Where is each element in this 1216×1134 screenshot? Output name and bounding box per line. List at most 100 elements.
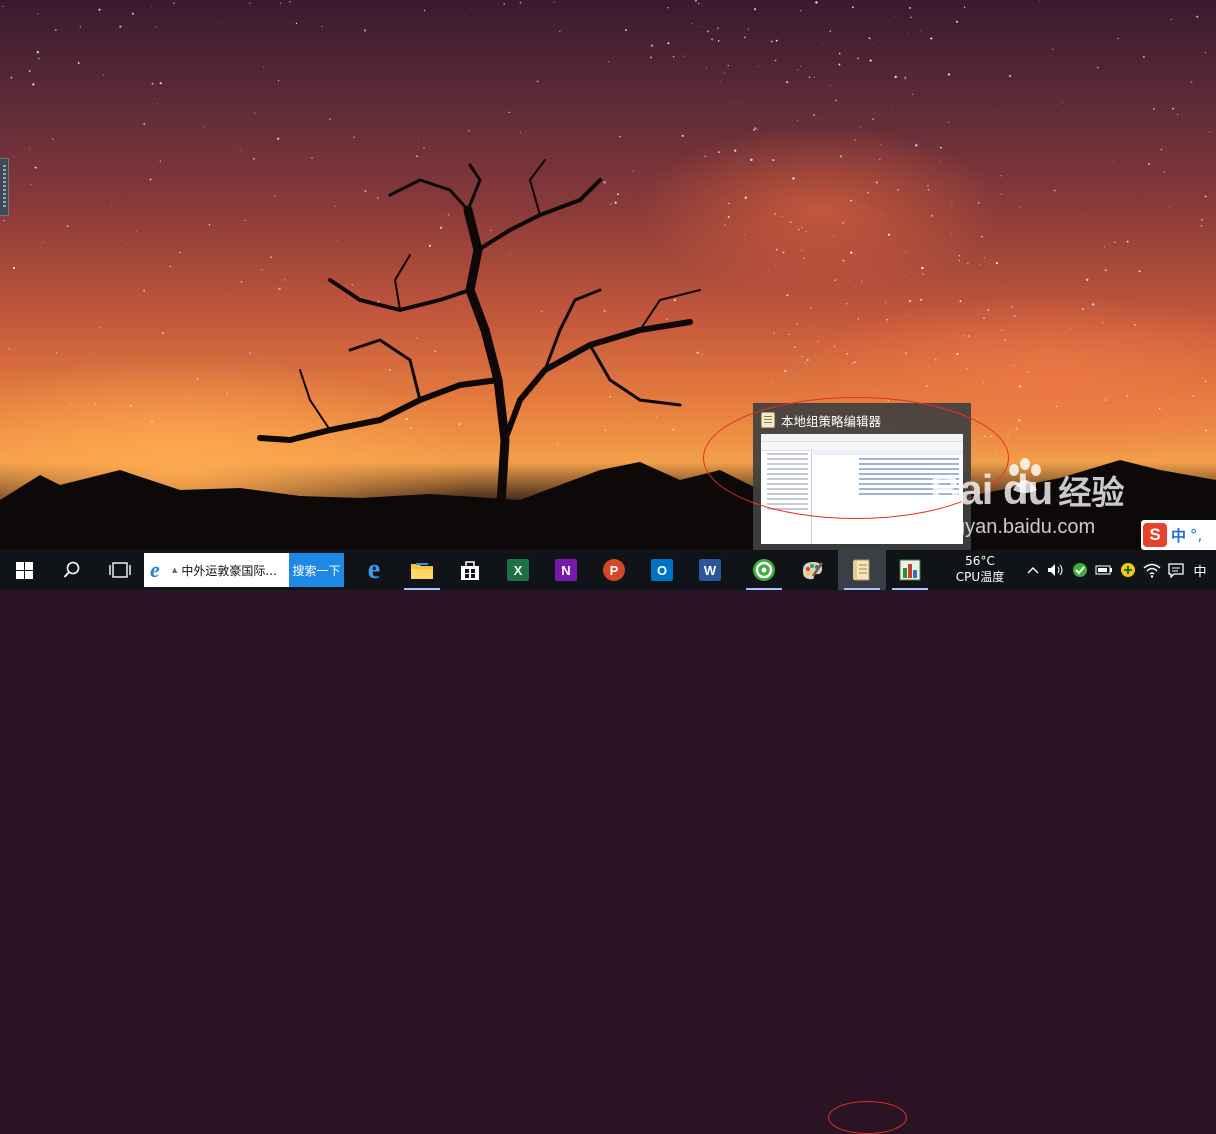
taskbar-app-group-policy-editor[interactable] xyxy=(838,550,886,590)
taskbar-app-file-explorer[interactable] xyxy=(398,550,446,590)
star xyxy=(69,408,70,409)
star xyxy=(495,196,496,198)
star xyxy=(822,43,824,45)
star xyxy=(28,148,30,150)
taskbar-app-outlook[interactable]: O xyxy=(638,550,686,590)
star xyxy=(156,103,158,104)
star xyxy=(1205,429,1208,432)
star xyxy=(773,212,777,216)
green-shield-icon xyxy=(1073,563,1087,577)
star xyxy=(221,23,223,25)
star xyxy=(813,114,815,116)
star xyxy=(503,3,505,5)
star xyxy=(927,365,929,367)
policy-document-icon xyxy=(853,559,870,581)
star xyxy=(796,120,798,122)
taskbar-app-edge[interactable]: e xyxy=(350,550,398,590)
star xyxy=(221,362,222,364)
ime-floating-bar[interactable]: S 中 °, xyxy=(1141,520,1216,550)
star xyxy=(806,359,809,361)
onenote-icon: N xyxy=(555,559,577,581)
star xyxy=(277,80,280,82)
dropdown-arrow-icon[interactable]: ▲ xyxy=(172,566,177,574)
star xyxy=(1062,102,1063,104)
ime-indicator[interactable]: 中 xyxy=(1188,550,1212,590)
star xyxy=(173,2,175,5)
star xyxy=(553,1,555,3)
star xyxy=(815,1,818,4)
ime-punctuation[interactable]: °, xyxy=(1190,526,1202,544)
star xyxy=(772,381,773,382)
star xyxy=(28,70,31,72)
taskbar-app-powerpoint[interactable]: P xyxy=(590,550,638,590)
baidu-paw-icon xyxy=(1009,458,1041,493)
star xyxy=(1018,206,1021,208)
star xyxy=(1168,206,1170,208)
star xyxy=(800,65,801,67)
star xyxy=(649,56,652,59)
star xyxy=(879,158,881,160)
network-button[interactable] xyxy=(1140,550,1164,590)
star xyxy=(786,81,789,84)
toolbar-search-box[interactable]: e ▲ 中外运敦豪国际... xyxy=(144,553,289,587)
search-go-button[interactable]: 搜索一下 xyxy=(289,553,344,587)
star xyxy=(436,35,438,36)
tray-app-button[interactable] xyxy=(1116,550,1140,590)
star xyxy=(1200,225,1203,227)
star xyxy=(10,76,13,79)
tray-360-icon-button[interactable] xyxy=(1068,550,1092,590)
star xyxy=(131,12,135,15)
star xyxy=(270,256,272,259)
action-center-button[interactable] xyxy=(1164,550,1188,590)
star xyxy=(775,248,778,251)
taskbar-app-task-manager[interactable] xyxy=(886,550,934,590)
taskbar-app-word[interactable]: W xyxy=(686,550,734,590)
star xyxy=(509,252,511,254)
star xyxy=(920,30,922,32)
side-dock-handle[interactable] xyxy=(0,158,9,216)
taskbar-app-store[interactable] xyxy=(446,550,494,590)
show-hidden-icons-button[interactable] xyxy=(1022,550,1044,590)
star xyxy=(716,27,720,30)
star xyxy=(1114,241,1116,243)
tray-battery-button[interactable] xyxy=(1092,550,1116,590)
star xyxy=(706,30,709,33)
star xyxy=(920,298,923,301)
star xyxy=(536,80,539,83)
sogou-logo-icon[interactable]: S xyxy=(1143,523,1167,547)
cpu-temperature-widget[interactable]: 56°C CPU温度 xyxy=(946,550,1014,590)
star xyxy=(849,199,853,202)
star xyxy=(89,353,91,355)
star xyxy=(640,280,642,282)
star xyxy=(603,181,606,184)
star xyxy=(1104,269,1107,272)
star xyxy=(1153,108,1155,110)
star xyxy=(904,314,906,316)
star xyxy=(363,29,367,32)
star xyxy=(354,436,356,438)
volume-button[interactable] xyxy=(1044,550,1068,590)
search-button[interactable] xyxy=(48,550,96,590)
star xyxy=(1069,327,1071,329)
palette-icon xyxy=(802,562,824,580)
taskbar-app-excel[interactable]: X xyxy=(494,550,542,590)
star xyxy=(857,318,859,320)
star xyxy=(102,74,104,76)
ime-mode[interactable]: 中 xyxy=(1171,525,1186,546)
taskbar-app-paint[interactable] xyxy=(788,550,836,590)
search-input[interactable]: 中外运敦豪国际... xyxy=(181,562,276,579)
star xyxy=(609,395,611,398)
taskbar-app-360-browser[interactable] xyxy=(740,550,788,590)
star xyxy=(461,306,462,308)
star xyxy=(758,65,760,67)
star xyxy=(1192,394,1195,397)
star xyxy=(150,6,152,8)
start-button[interactable] xyxy=(0,550,48,590)
star xyxy=(556,444,559,446)
task-view-button[interactable] xyxy=(96,550,144,590)
star xyxy=(774,59,777,62)
taskbar-app-onenote[interactable]: N xyxy=(542,550,590,590)
star xyxy=(37,13,39,15)
star xyxy=(698,3,700,5)
star xyxy=(161,331,165,335)
